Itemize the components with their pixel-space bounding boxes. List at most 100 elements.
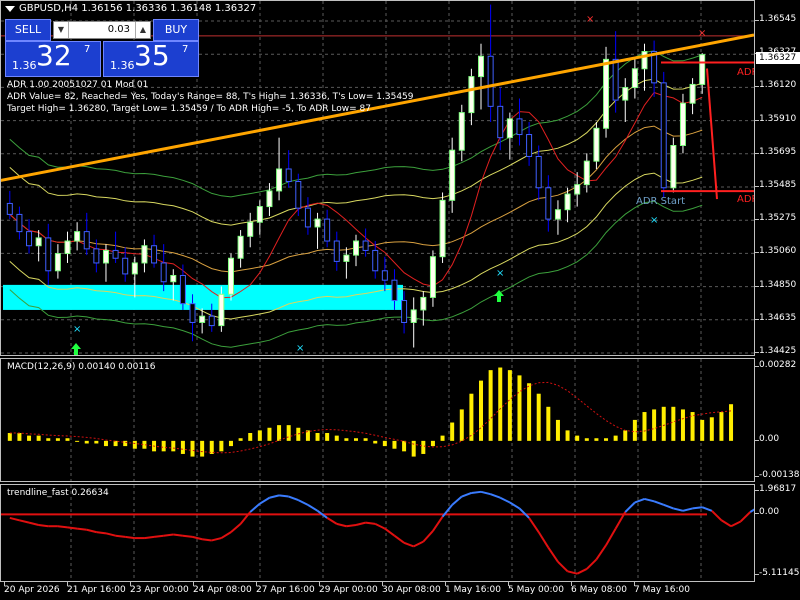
macd-histogram-bar — [354, 438, 358, 441]
sell-price-fraction: 7 — [84, 44, 91, 55]
candle-body — [170, 274, 177, 283]
trendline-canvas[interactable] — [1, 485, 754, 581]
macd-axis-label: -0.00138 — [759, 470, 800, 480]
one-click-trading-panel[interactable]: SELL ▼ 0.03 ▲ BUY 1.36 32 7 1.36 35 7 — [5, 19, 199, 79]
macd-histogram-bar — [334, 435, 339, 441]
trendline-fast-segment — [682, 507, 693, 512]
adr-low-label: ADR — [737, 194, 754, 205]
macd-histogram-bar — [46, 438, 51, 441]
sell-cross-marker: × — [698, 28, 706, 39]
candle-body — [429, 256, 436, 298]
macd-histogram-bar — [402, 440, 407, 452]
sell-button[interactable]: SELL — [5, 19, 51, 41]
signal-cross-marker: × — [73, 324, 81, 335]
macd-canvas[interactable] — [1, 359, 754, 481]
lot-size-value[interactable]: 0.03 — [108, 24, 130, 35]
macd-histogram-bar — [632, 419, 637, 441]
price-axis-label: 1.35485 — [759, 180, 797, 190]
chart-title-text: GBPUSD,H4 1.36156 1.36336 1.36148 1.3632… — [19, 3, 257, 14]
candle-body — [16, 213, 23, 233]
trendline-fast-segment — [547, 547, 559, 563]
macd-title: MACD(12,26,9) 0.00140 0.00116 — [7, 362, 156, 372]
candle-body — [151, 245, 158, 264]
lot-decrease-icon[interactable]: ▼ — [54, 22, 69, 38]
time-axis-label: 6 May 08:00 — [571, 585, 627, 595]
macd-axis[interactable]: 0.00282 0.00 -0.00138 — [755, 358, 800, 482]
trendline-fast-segment — [202, 538, 212, 542]
sell-price-button[interactable]: 1.36 32 7 — [5, 39, 101, 77]
trendline-fast-segment — [624, 501, 636, 513]
trendline-fast-segment — [365, 521, 376, 525]
candle-body — [516, 118, 523, 136]
macd-histogram-bar — [623, 430, 628, 441]
buy-button[interactable]: BUY — [153, 19, 199, 41]
current-price-flag: 1.36327 — [756, 52, 800, 64]
candle-body — [641, 51, 648, 70]
macd-histogram-bar — [363, 438, 368, 441]
trendline-fast-segment — [182, 534, 193, 538]
macd-histogram-bar — [228, 440, 233, 447]
trendline-fast-panel[interactable]: trendline_fast 0.26634 — [0, 484, 755, 582]
candle-body — [199, 315, 206, 323]
trendline-fast-segment — [259, 496, 270, 505]
trendline-fast-segment — [663, 503, 674, 510]
macd-histogram-bar — [36, 435, 41, 441]
trendline-fast-segment — [125, 535, 135, 540]
sell-price-prefix: 1.36 — [12, 59, 37, 72]
price-axis-label: 1.36120 — [759, 80, 797, 91]
trendline-fast-segment — [38, 524, 49, 528]
trendline-fast-segment — [605, 528, 617, 546]
adr-high-label: ADR — [737, 67, 754, 78]
macd-histogram-bar — [729, 404, 734, 441]
macd-histogram-bar — [661, 406, 666, 441]
buy-price-button[interactable]: 1.36 35 7 — [103, 39, 199, 77]
candle-body — [6, 202, 13, 215]
macd-histogram-bar — [200, 440, 205, 457]
main-price-chart[interactable]: × × × × × × GBPUSD,H4 1.36156 1.36336 1.36148… — [0, 0, 755, 356]
trendline-fast-segment — [461, 492, 472, 498]
macd-histogram-bar — [440, 435, 445, 441]
candle-body — [64, 240, 71, 255]
candle-body — [468, 76, 475, 114]
adr-range-line — [706, 68, 718, 200]
macd-histogram-bar — [719, 412, 724, 441]
candle-body — [324, 218, 331, 242]
candle-body — [343, 254, 350, 262]
trendline-fast-segment — [96, 531, 107, 535]
macd-histogram-bar — [238, 438, 243, 441]
macd-histogram-bar — [430, 440, 435, 447]
price-axis-label: 1.35695 — [759, 146, 797, 157]
macd-histogram-bar — [700, 419, 705, 441]
macd-histogram-bar — [479, 380, 484, 441]
trendline-fast-segment — [9, 516, 20, 522]
candle-body — [74, 231, 81, 242]
candle-body — [83, 231, 90, 250]
trendline-fast-segment — [576, 568, 588, 575]
lot-increase-icon[interactable]: ▲ — [135, 22, 150, 38]
macd-histogram-bar — [103, 440, 108, 447]
trendline-fast-segment — [346, 524, 357, 528]
macd-panel[interactable]: MACD(12,26,9) 0.00140 0.00116 — [0, 358, 755, 482]
buy-price-fraction: 7 — [182, 44, 189, 55]
macd-histogram-bar — [113, 440, 118, 447]
macd-histogram-bar — [604, 438, 609, 441]
candle-body — [699, 54, 706, 85]
trendline-fast-segment — [326, 517, 338, 525]
macd-histogram-bar — [132, 440, 137, 449]
candle-body — [304, 207, 311, 228]
candle-body — [141, 245, 148, 264]
trendline-fast-segment — [57, 525, 68, 529]
candle-body — [603, 58, 610, 129]
candle-body — [526, 134, 533, 157]
signal-cross-marker: × — [650, 215, 658, 226]
chevron-down-icon[interactable] — [5, 5, 15, 12]
macd-histogram-bar — [575, 435, 580, 441]
candle-body — [276, 168, 283, 192]
trendline-axis[interactable]: 1.96817 0.00 -5.11145 — [755, 484, 800, 582]
macd-histogram-bar — [671, 406, 676, 441]
buy-price-pips: 35 — [134, 39, 170, 72]
candle-body — [564, 193, 571, 211]
trendline-fast-segment — [720, 519, 732, 528]
lot-size-input[interactable]: ▼ 0.03 ▲ — [53, 21, 151, 39]
trendline-fast-segment — [77, 527, 87, 531]
